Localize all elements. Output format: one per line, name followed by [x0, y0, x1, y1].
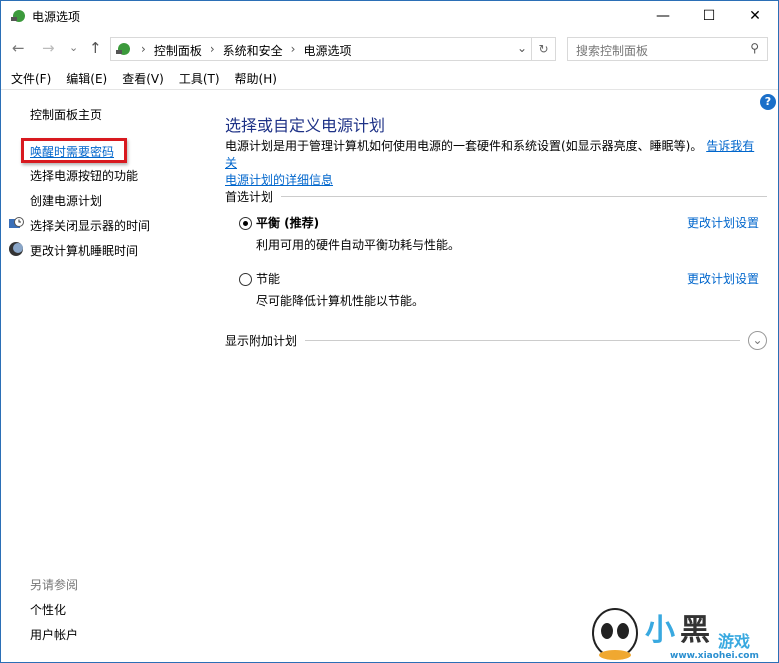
plan-balanced-desc: 利用可用的硬件自动平衡功耗与性能。	[256, 238, 461, 252]
refresh-button[interactable]: ↻	[531, 38, 555, 60]
svg-text:游戏: 游戏	[718, 632, 750, 651]
power-options-icon	[11, 10, 25, 22]
svg-text:小: 小	[645, 613, 675, 648]
breadcrumb-separator: ›	[141, 42, 146, 56]
breadcrumb-system-security[interactable]: 系统和安全	[223, 42, 283, 59]
menu-help[interactable]: 帮助(H)	[235, 70, 277, 87]
additional-plans-label: 显示附加计划	[225, 334, 298, 348]
plan-saver-name[interactable]: 节能	[256, 270, 280, 287]
help-icon[interactable]: ?	[760, 94, 776, 110]
preferred-plans-header: 首选计划	[225, 188, 767, 205]
plan-balanced-name[interactable]: 平衡 (推荐)	[256, 214, 319, 231]
menu-tools[interactable]: 工具(T)	[179, 70, 220, 87]
forward-button[interactable]: →	[42, 39, 55, 57]
page-description: 电源计划是用于管理计算机如何使用电源的一套硬件和系统设置(如显示器亮度、睡眠等)…	[225, 138, 765, 189]
address-bar[interactable]: › 控制面板 › 系统和安全 › 电源选项 ⌄ ↻	[110, 37, 556, 61]
sidebar-display-off[interactable]: 选择关闭显示器的时间	[30, 217, 150, 234]
close-button[interactable]: ✕	[732, 1, 778, 31]
menu-bar: 文件(F) 编辑(E) 查看(V) 工具(T) 帮助(H)	[1, 68, 778, 90]
back-button[interactable]: ←	[12, 39, 25, 57]
recent-locations-button[interactable]: ⌄	[69, 41, 78, 54]
maximize-button[interactable]: ☐	[686, 1, 732, 31]
highlight-box	[21, 138, 127, 163]
plan-saver-radio[interactable]	[239, 273, 252, 286]
see-also-user-accounts[interactable]: 用户帐户	[30, 626, 78, 643]
breadcrumb-separator: ›	[290, 42, 296, 56]
sidebar-create-plan[interactable]: 创建电源计划	[30, 192, 102, 209]
page-title: 选择或自定义电源计划	[225, 116, 386, 135]
sidebar-home[interactable]: 控制面板主页	[30, 106, 102, 123]
xiaohei-watermark-logo: 小 黑 游戏 www.xiaohei.com	[592, 608, 759, 660]
search-input[interactable]: 搜索控制面板 ⚲	[567, 37, 768, 61]
plan-balanced-settings-link[interactable]: 更改计划设置	[687, 214, 759, 231]
menu-edit[interactable]: 编辑(E)	[66, 70, 107, 87]
window-title: 电源选项	[32, 10, 81, 24]
svg-text:黑: 黑	[680, 613, 710, 648]
up-button[interactable]: ↑	[89, 39, 102, 57]
sleep-moon-icon	[9, 242, 23, 256]
title-bar: 电源选项 — ☐ ✕	[1, 1, 778, 31]
see-also-heading: 另请参阅	[30, 578, 79, 592]
sidebar-sleep-time[interactable]: 更改计算机睡眠时间	[30, 242, 138, 259]
menu-view[interactable]: 查看(V)	[122, 70, 164, 87]
plan-saver-desc: 尽可能降低计算机性能以节能。	[256, 294, 425, 308]
sidebar: 控制面板主页 唤醒时需要密码 选择电源按钮的功能 创建电源计划 选择关闭显示器的…	[1, 92, 206, 662]
breadcrumb-power-options[interactable]: 电源选项	[303, 42, 351, 59]
see-also-personalization[interactable]: 个性化	[30, 601, 66, 618]
preferred-plans-label: 首选计划	[225, 190, 274, 204]
breadcrumb-separator: ›	[209, 42, 215, 56]
power-options-icon	[116, 43, 130, 55]
svg-text:www.xiaohei.com: www.xiaohei.com	[670, 651, 759, 660]
menu-file[interactable]: 文件(F)	[11, 70, 51, 87]
description-text: 电源计划是用于管理计算机如何使用电源的一套硬件和系统设置(如显示器亮度、睡眠等)…	[225, 139, 703, 153]
search-placeholder: 搜索控制面板	[576, 44, 649, 58]
search-icon[interactable]: ⚲	[750, 41, 759, 55]
address-row: ← → ⌄ ↑ › 控制面板 › 系统和安全 › 电源选项 ⌄ ↻ 搜索控制面板…	[1, 36, 778, 62]
expand-chevron-icon[interactable]: ⌄	[748, 331, 767, 350]
learn-more-link-2[interactable]: 电源计划的详细信息	[225, 173, 333, 187]
plan-balanced-radio[interactable]	[239, 217, 252, 230]
plan-saver-settings-link[interactable]: 更改计划设置	[687, 270, 759, 287]
breadcrumb-control-panel[interactable]: 控制面板	[154, 42, 202, 59]
display-clock-icon	[9, 217, 24, 228]
sidebar-power-button[interactable]: 选择电源按钮的功能	[30, 167, 138, 184]
minimize-button[interactable]: —	[640, 1, 686, 31]
address-dropdown-icon[interactable]: ⌄	[517, 41, 527, 55]
additional-plans-header[interactable]: 显示附加计划 ⌄	[225, 331, 767, 350]
